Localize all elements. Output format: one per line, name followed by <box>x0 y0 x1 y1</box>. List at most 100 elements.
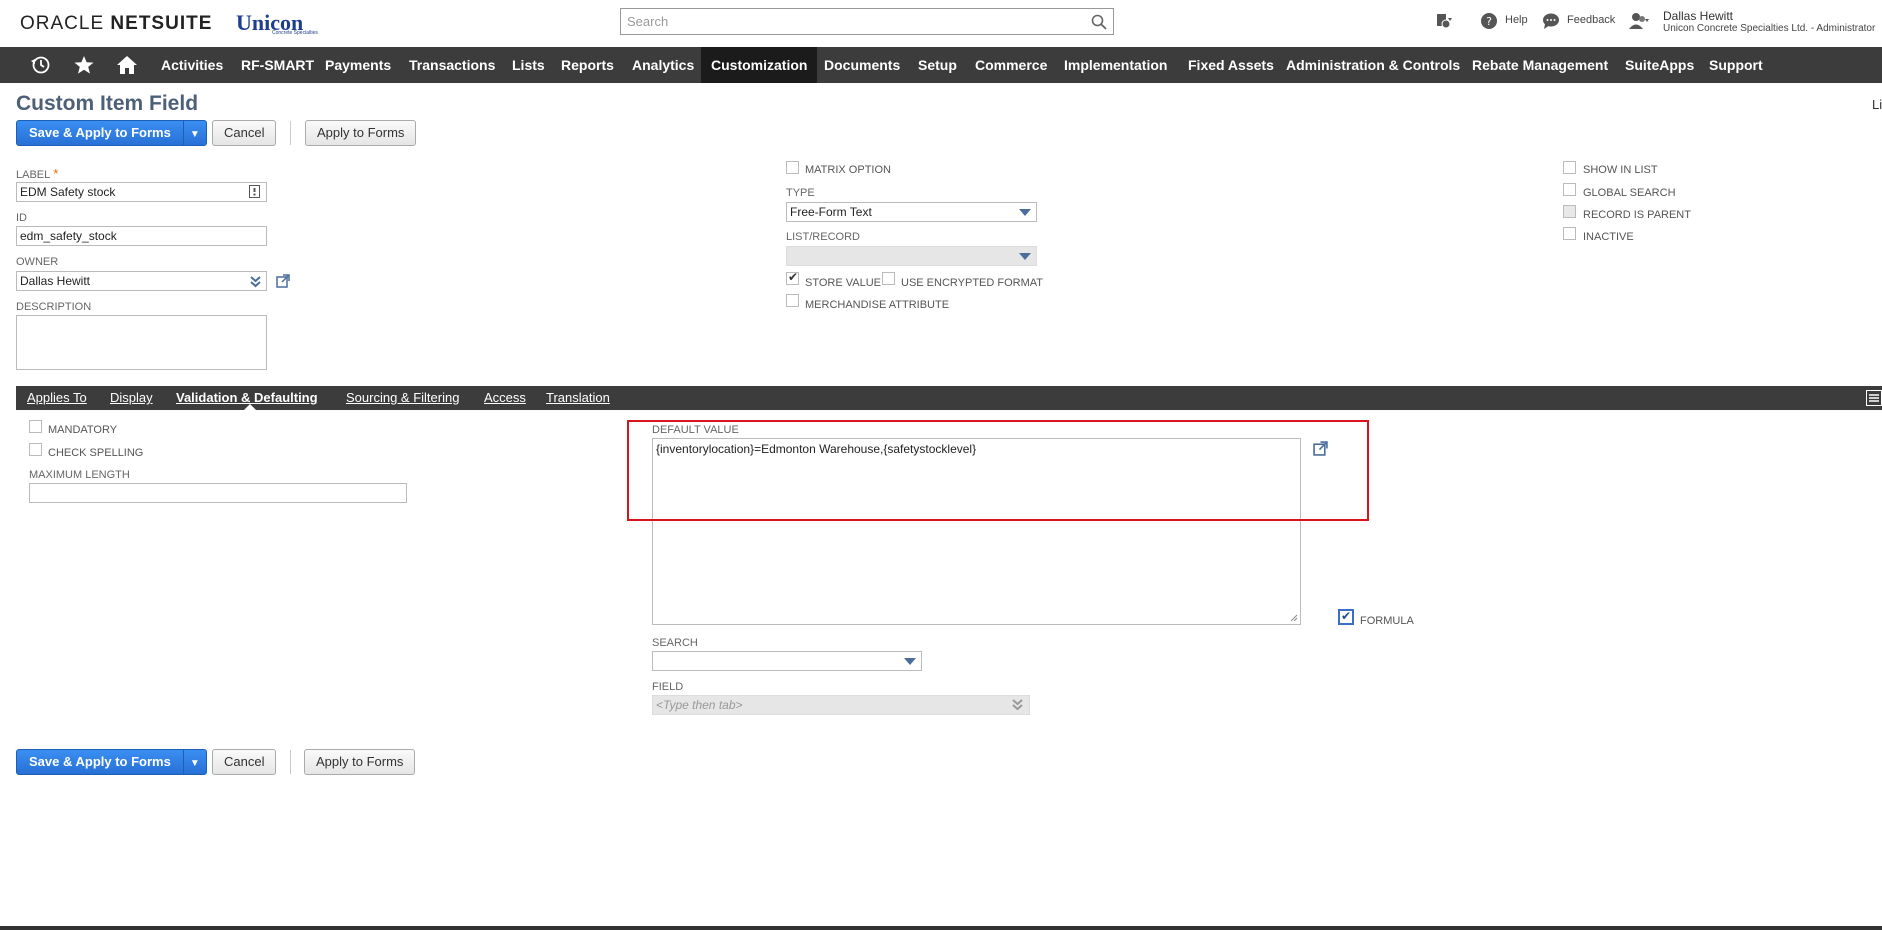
svg-text:?: ? <box>1486 15 1492 28</box>
id-field-label: ID <box>16 212 27 224</box>
show-in-list-checkbox[interactable] <box>1563 161 1576 174</box>
open-link-icon[interactable] <box>276 274 290 288</box>
type-dropdown-arrow-icon[interactable] <box>1019 209 1031 216</box>
search-icon[interactable] <box>1091 14 1107 30</box>
mandatory-label: MANDATORY <box>48 424 118 436</box>
active-tab-pointer <box>244 404 256 410</box>
oracle-netsuite-logo[interactable]: ORACLE NETSUITE <box>20 13 212 35</box>
field-field-label: FIELD <box>652 681 684 693</box>
cancel-button-bottom[interactable]: Cancel <box>212 749 277 775</box>
list-record-select <box>786 246 1037 266</box>
nav-reports[interactable]: Reports <box>561 47 614 83</box>
global-search-checkbox[interactable] <box>1563 183 1576 196</box>
favorites-star-icon[interactable] <box>73 55 95 75</box>
user-role-icon[interactable] <box>1628 12 1650 30</box>
label-field-label: LABEL * <box>16 166 59 181</box>
tab-access[interactable]: Access <box>484 386 526 410</box>
header: ORACLE NETSUITE Unicon Concrete Specialt… <box>0 0 1882 47</box>
use-encrypted-format-checkbox[interactable] <box>882 272 895 285</box>
search-select[interactable] <box>652 651 922 671</box>
nav-transactions[interactable]: Transactions <box>409 47 495 83</box>
matrix-option-checkbox[interactable] <box>786 161 799 174</box>
nav-fixed-assets[interactable]: Fixed Assets <box>1188 47 1274 83</box>
type-field-label: TYPE <box>786 187 815 199</box>
save-options-caret-icon[interactable]: ▼ <box>184 123 206 147</box>
nav-commerce[interactable]: Commerce <box>975 47 1047 83</box>
description-textarea[interactable] <box>16 315 267 370</box>
store-value-label: STORE VALUE <box>805 277 882 289</box>
help-link[interactable]: Help <box>1505 14 1528 26</box>
recent-records-icon[interactable] <box>1434 12 1452 30</box>
id-input[interactable]: edm_safety_stock <box>16 226 267 246</box>
tab-translation[interactable]: Translation <box>546 386 610 410</box>
label-input[interactable]: EDM Safety stock <box>16 182 267 202</box>
highlight-annotation-box <box>627 420 1369 521</box>
store-value-checkbox[interactable] <box>786 270 799 285</box>
button-separator <box>290 121 291 145</box>
description-field-label: DESCRIPTION <box>16 301 92 313</box>
nav-rebate-management[interactable]: Rebate Management <box>1472 47 1608 83</box>
apply-to-forms-button-bottom[interactable]: Apply to Forms <box>304 749 416 775</box>
check-spelling-checkbox[interactable] <box>29 443 42 456</box>
nav-support[interactable]: Support <box>1709 47 1763 83</box>
cancel-button[interactable]: Cancel <box>212 120 277 146</box>
nav-administration-controls[interactable]: Administration & Controls <box>1286 47 1460 83</box>
maximum-length-input[interactable] <box>29 483 407 503</box>
translation-icon[interactable] <box>249 185 260 198</box>
type-select[interactable]: Free-Form Text <box>786 202 1037 222</box>
list-record-field-label: LIST/RECORD <box>786 231 860 243</box>
list-view-icon[interactable] <box>1866 390 1882 406</box>
recent-icon[interactable] <box>30 55 52 75</box>
record-is-parent-checkbox <box>1563 205 1576 218</box>
tab-applies-to[interactable]: Applies To <box>27 386 87 410</box>
subtab-bar: Applies To Display Validation & Defaulti… <box>16 386 1882 410</box>
nav-documents[interactable]: Documents <box>824 47 900 83</box>
right-edge-link[interactable]: Li <box>1872 97 1882 112</box>
matrix-option-label: MATRIX OPTION <box>805 164 891 176</box>
formula-label: FORMULA <box>1360 615 1414 627</box>
main-nav: Activities RF-SMART Payments Transaction… <box>0 47 1882 83</box>
owner-field-label: OWNER <box>16 256 59 268</box>
unicon-logo-subtitle: Concrete Specialties <box>272 30 318 36</box>
feedback-icon[interactable] <box>1542 12 1560 30</box>
nav-implementation[interactable]: Implementation <box>1064 47 1167 83</box>
nav-payments[interactable]: Payments <box>325 47 391 83</box>
tab-display[interactable]: Display <box>110 386 153 410</box>
search-field-label: SEARCH <box>652 637 698 649</box>
save-apply-forms-button-bottom[interactable]: Save & Apply to Forms ▼ <box>16 749 207 775</box>
nav-lists[interactable]: Lists <box>512 47 545 83</box>
double-chevron-down-icon[interactable] <box>250 275 261 288</box>
tab-sourcing-filtering[interactable]: Sourcing & Filtering <box>346 386 459 410</box>
resize-handle-icon[interactable] <box>1290 614 1298 622</box>
help-icon[interactable]: ? <box>1480 12 1498 30</box>
global-search-input[interactable] <box>621 9 1071 34</box>
user-company-role[interactable]: Unicon Concrete Specialties Ltd. - Admin… <box>1663 23 1875 34</box>
user-name[interactable]: Dallas Hewitt <box>1663 9 1733 23</box>
nav-customization[interactable]: Customization <box>701 47 818 83</box>
mandatory-checkbox[interactable] <box>29 420 42 433</box>
merchandise-attribute-checkbox[interactable] <box>786 294 799 307</box>
search-dropdown-arrow-icon[interactable] <box>904 658 916 665</box>
home-icon[interactable] <box>116 55 138 75</box>
nav-activities[interactable]: Activities <box>161 47 223 83</box>
inactive-checkbox[interactable] <box>1563 227 1576 240</box>
nav-analytics[interactable]: Analytics <box>632 47 694 83</box>
show-in-list-label: SHOW IN LIST <box>1583 164 1658 176</box>
global-search <box>620 8 1114 35</box>
required-asterisk: * <box>53 166 59 181</box>
global-search-label: GLOBAL SEARCH <box>1583 187 1676 199</box>
formula-checkbox[interactable] <box>1338 609 1354 625</box>
save-apply-forms-button[interactable]: Save & Apply to Forms ▼ <box>16 120 207 146</box>
field-select: <Type then tab> <box>652 695 1030 715</box>
save-options-caret-icon-bottom[interactable]: ▼ <box>184 752 206 776</box>
nav-setup[interactable]: Setup <box>918 47 957 83</box>
use-encrypted-format-label: USE ENCRYPTED FORMAT <box>901 277 1043 289</box>
nav-suiteapps[interactable]: SuiteApps <box>1625 47 1694 83</box>
page-title: Custom Item Field <box>16 92 199 115</box>
maximum-length-label: MAXIMUM LENGTH <box>29 469 130 481</box>
owner-select[interactable]: Dallas Hewitt <box>16 271 267 291</box>
nav-rf-smart[interactable]: RF-SMART <box>241 47 314 83</box>
feedback-link[interactable]: Feedback <box>1567 14 1615 26</box>
bottom-edge-bar <box>0 926 1882 930</box>
apply-to-forms-button[interactable]: Apply to Forms <box>305 120 417 146</box>
